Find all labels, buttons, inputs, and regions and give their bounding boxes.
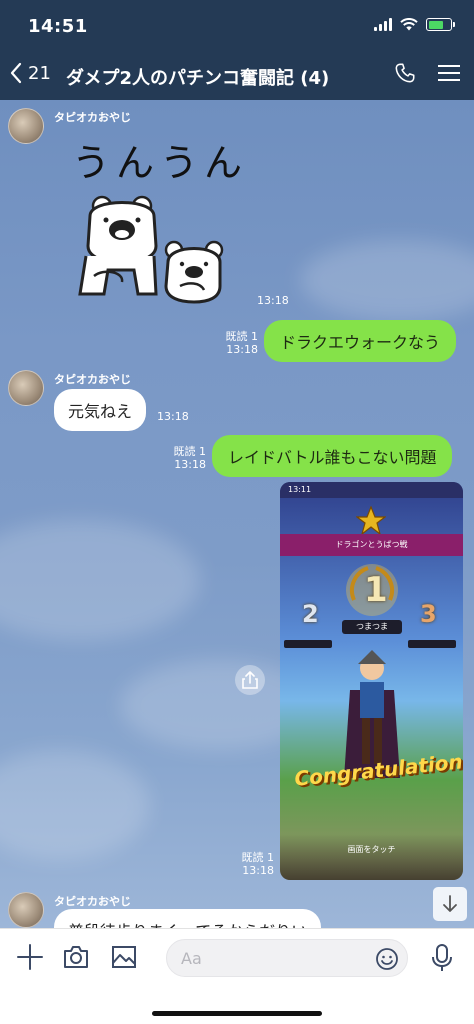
read-receipt: 既読 1 bbox=[225, 330, 259, 343]
back-button[interactable]: 21 bbox=[10, 62, 51, 84]
chevron-left-icon bbox=[10, 62, 22, 84]
read-receipt: 既読 1 bbox=[241, 851, 275, 864]
rank-third: 3 bbox=[420, 600, 437, 628]
touch-hint: 画面をタッチ bbox=[347, 845, 396, 854]
star-emblem-icon bbox=[356, 506, 386, 536]
battery-icon bbox=[426, 18, 455, 31]
bear-sticker-icon bbox=[78, 195, 224, 304]
avatar[interactable] bbox=[8, 892, 44, 928]
arrow-down-icon bbox=[443, 895, 457, 912]
event-title: ドラゴンとうばつ戦 bbox=[280, 534, 463, 556]
sticker-caption: うんうん bbox=[72, 141, 249, 185]
message-meta: 既読 1 13:18 bbox=[234, 851, 275, 877]
player-name: つまつま bbox=[342, 620, 402, 634]
unread-count: 21 bbox=[28, 62, 51, 84]
their-message-bubble[interactable]: 元気ねえ bbox=[54, 389, 147, 431]
message-time: 13:18 bbox=[174, 458, 206, 471]
wifi-icon bbox=[400, 18, 418, 31]
header-actions bbox=[394, 62, 460, 84]
message-meta: 既読 1 13:18 bbox=[166, 445, 207, 471]
scroll-to-bottom-button[interactable] bbox=[433, 887, 467, 921]
image-icon[interactable] bbox=[110, 943, 138, 971]
status-indicators bbox=[374, 18, 455, 31]
emoji-icon[interactable] bbox=[375, 947, 399, 971]
message-time: 13:18 bbox=[157, 410, 189, 423]
microphone-icon[interactable] bbox=[428, 943, 456, 973]
my-message-bubble[interactable]: ドラクエウォークなう bbox=[264, 320, 457, 362]
screenshot-status-time: 13:11 bbox=[280, 482, 463, 498]
sticker[interactable]: うんうん bbox=[64, 128, 250, 306]
sender-name: タピオカおやじ bbox=[54, 373, 131, 386]
my-message-bubble[interactable]: レイドバトル誰もこない問題 bbox=[212, 435, 453, 477]
message-input-field[interactable] bbox=[166, 939, 408, 977]
share-button[interactable] bbox=[235, 665, 265, 695]
chat-area[interactable]: タピオカおやじ うんうん 13:18 既読 1 13:18 ドラクエウォークなう… bbox=[0, 100, 474, 928]
avatar[interactable] bbox=[8, 370, 44, 406]
phone-icon[interactable] bbox=[394, 62, 416, 84]
share-icon bbox=[242, 671, 258, 689]
message-time: 13:18 bbox=[226, 343, 258, 356]
message-input[interactable] bbox=[167, 940, 347, 976]
avatar[interactable] bbox=[8, 108, 44, 144]
cellular-signal-icon bbox=[374, 18, 392, 31]
shared-screenshot[interactable]: 13:11 ドラゴンとうばつ戦 1 2 3 つまつま Congratulatio… bbox=[280, 482, 463, 880]
message-input-bar bbox=[0, 928, 474, 1024]
menu-icon[interactable] bbox=[438, 64, 460, 82]
chat-title: ダメプ2人のパチンコ奮闘記 (4) bbox=[66, 68, 330, 89]
top-bar: 14:51 21 ダメプ2人のパチンコ奮闘記 (4) bbox=[0, 0, 474, 100]
sender-name: タピオカおやじ bbox=[54, 111, 131, 124]
plus-icon[interactable] bbox=[16, 943, 44, 971]
home-indicator bbox=[152, 1011, 322, 1016]
message-time: 13:18 bbox=[242, 864, 274, 877]
sender-name: タピオカおやじ bbox=[54, 895, 131, 908]
their-message-bubble[interactable]: 普段徒歩りまくってるからだりい bbox=[54, 909, 322, 928]
camera-icon[interactable] bbox=[62, 943, 90, 971]
rank-second: 2 bbox=[302, 600, 319, 628]
read-receipt: 既読 1 bbox=[173, 445, 207, 458]
message-meta: 既読 1 13:18 bbox=[218, 330, 259, 356]
status-time: 14:51 bbox=[28, 16, 88, 37]
rank-first: 1 bbox=[364, 570, 388, 610]
message-time: 13:18 bbox=[257, 294, 289, 307]
